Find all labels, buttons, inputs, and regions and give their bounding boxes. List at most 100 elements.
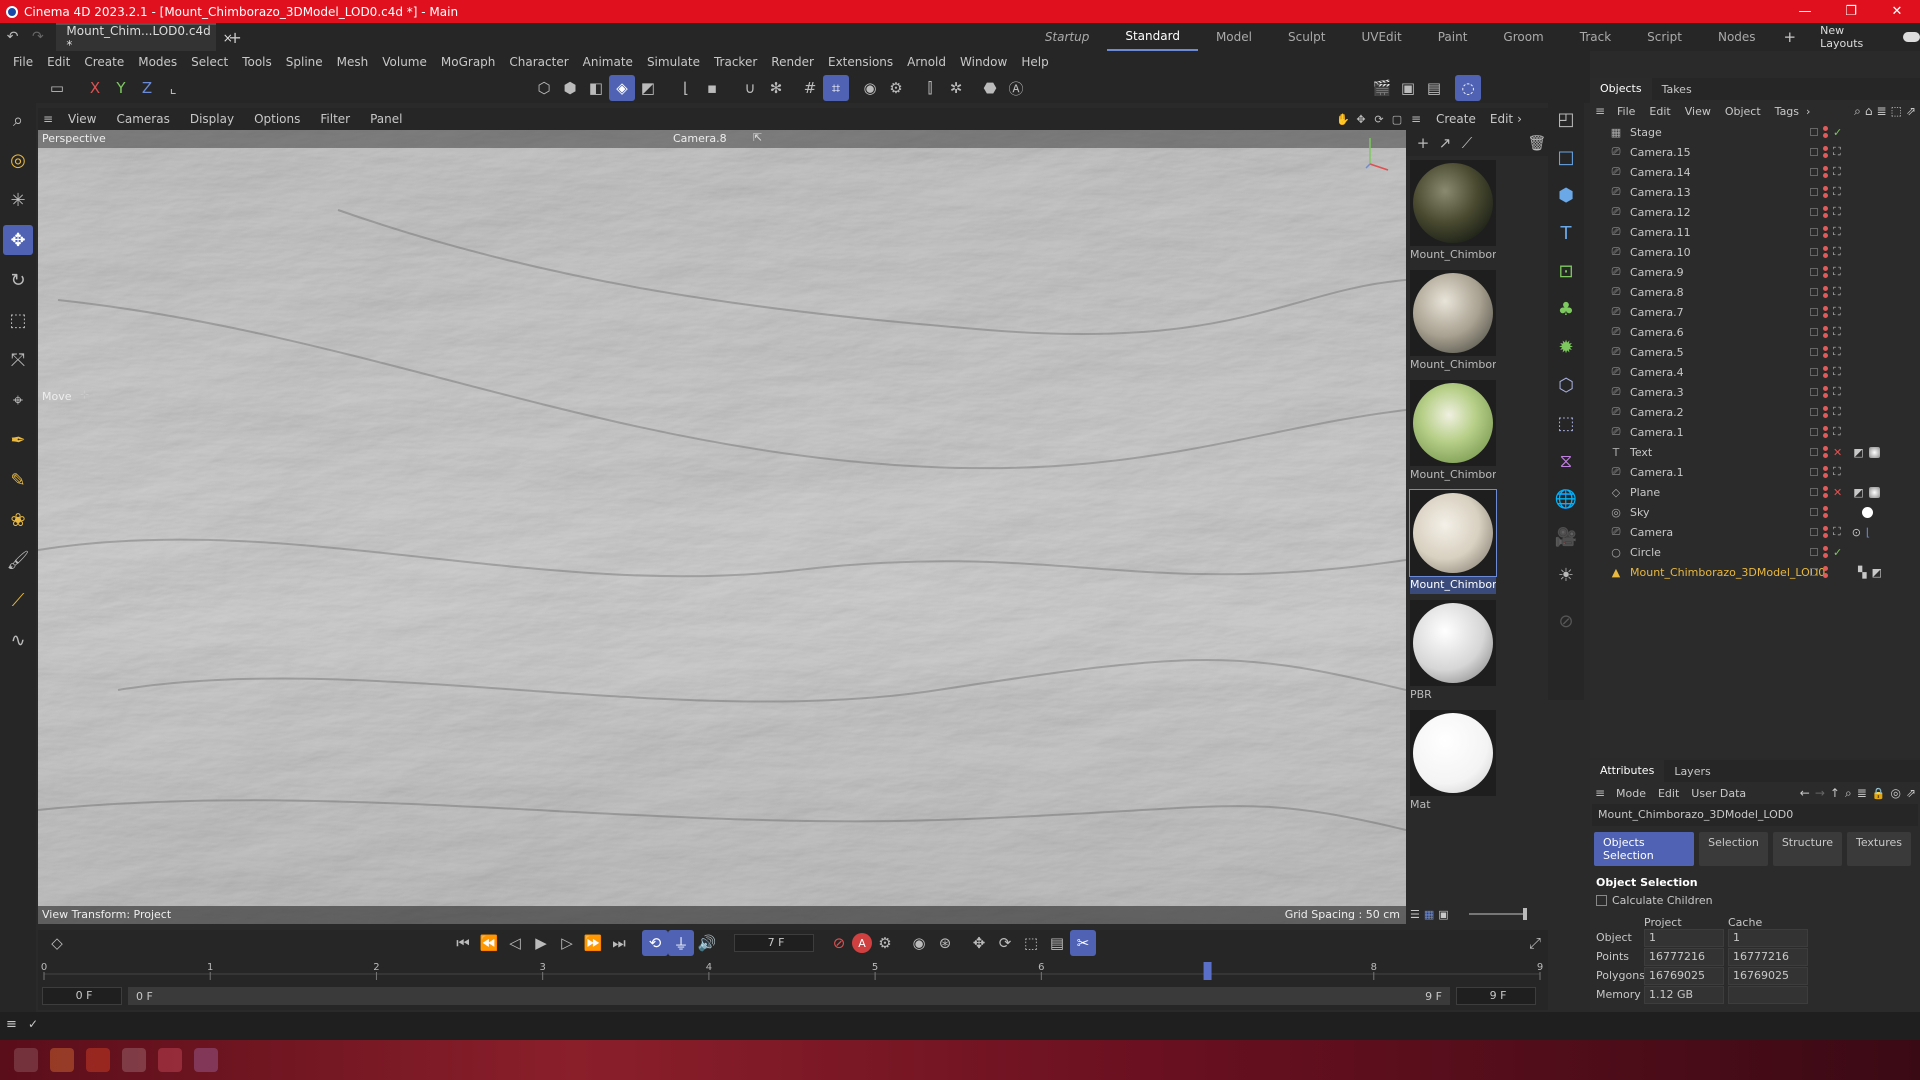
material-menu-create[interactable]: Create [1426,112,1486,126]
start-frame-field[interactable]: 0 F [42,987,122,1005]
axis-mode-icon[interactable]: ⌊ [673,75,699,101]
rotate-tool-icon[interactable]: ↻ [3,265,33,295]
delete-material-icon[interactable]: 🗑 [1526,130,1548,156]
layout-tab-standard[interactable]: Standard [1107,23,1198,51]
editor-visibility-dot[interactable] [1823,246,1828,251]
edit-render-settings-icon[interactable]: ▤ [1421,75,1447,101]
attribute-filter-icon[interactable]: ≣ [1857,786,1867,800]
layout-tab-startup[interactable]: Startup [1027,23,1108,51]
go-to-start-icon[interactable]: ⏮ [450,930,476,956]
editor-visibility-dot[interactable] [1823,326,1828,331]
object-menu-object[interactable]: Object [1718,105,1768,118]
auto-keying-icon[interactable]: Ⓐ [1003,75,1029,101]
menu-animate[interactable]: Animate [576,55,640,69]
render-visibility-dot[interactable] [1823,373,1828,378]
visibility-dots[interactable] [1823,326,1828,338]
layer-icon[interactable] [1810,568,1818,576]
taskbar-app-icon[interactable] [50,1048,74,1072]
render-visibility-dot[interactable] [1823,473,1828,478]
editor-visibility-dot[interactable] [1823,206,1828,211]
select-icon[interactable]: ◎ [3,145,33,175]
object-row[interactable]: ⎚ Camera.1 ⛶ [1590,422,1920,442]
editor-visibility-dot[interactable] [1823,446,1828,451]
render-visibility-dot[interactable] [1823,153,1828,158]
menu-tracker[interactable]: Tracker [707,55,764,69]
list-view-icon[interactable]: ☰ [1410,908,1420,921]
visibility-dots[interactable] [1823,446,1828,458]
object-row[interactable]: ⎚ Camera.2 ⛶ [1590,402,1920,422]
undo-icon[interactable]: ↶ [0,24,25,50]
visibility-dots[interactable] [1823,406,1828,418]
tab-layers[interactable]: Layers [1664,765,1720,778]
polygons-mode-icon[interactable]: ◧ [583,75,609,101]
camera-target-icon[interactable]: ⛶ [1833,405,1841,419]
menu-character[interactable]: Character [502,55,575,69]
object-row[interactable]: ⎚ Camera.3 ⛶ [1590,382,1920,402]
editor-visibility-dot[interactable] [1823,486,1828,491]
object-row[interactable]: ⎚ Camera.9 ⛶ [1590,262,1920,282]
material-slot[interactable]: Mount_Chimbora: [1410,270,1496,374]
attr-subtab-structure[interactable]: Structure [1772,832,1842,866]
previous-frame-icon[interactable]: ◁ [502,930,528,956]
object-row[interactable]: ⎚ Camera.1 ⛶ [1590,462,1920,482]
editor-visibility-dot[interactable] [1823,286,1828,291]
object-menu-view[interactable]: View [1678,105,1718,118]
viewport-3d[interactable]: Perspective Camera.8 ⇱ Move ⊹ View Trans… [38,130,1406,924]
visibility-dots[interactable] [1823,166,1828,178]
camera-target-icon[interactable]: ⛶ [1833,165,1841,179]
editor-visibility-dot[interactable] [1823,546,1828,551]
layout-tab-model[interactable]: Model [1198,23,1270,51]
visibility-dots[interactable] [1823,346,1828,358]
new-layouts-label[interactable]: New Layouts [1820,24,1888,50]
render-visibility-dot[interactable] [1823,353,1828,358]
object-row[interactable]: ⎚ Camera.8 ⛶ [1590,282,1920,302]
layer-icon[interactable] [1810,448,1818,456]
playback-rate-icon[interactable]: ⏚ [668,930,694,956]
render-visibility-dot[interactable] [1823,213,1828,218]
object-row[interactable]: ⎚ Camera ⛶ ⊙ ⌊ [1590,522,1920,542]
spline-icon[interactable]: ⧖ [1551,446,1581,476]
position-key-icon[interactable]: ✥ [966,930,992,956]
layer-icon[interactable] [1810,288,1818,296]
add-material-icon[interactable]: + [1412,130,1434,156]
object-row[interactable]: T Text ✕ ◩ [1590,442,1920,462]
menu-file[interactable]: File [6,55,40,69]
home-icon[interactable]: ⌂ [1865,104,1873,118]
camera-target-icon[interactable]: ⛶ [1833,185,1841,199]
object-menu-icon[interactable]: ≡ [1590,101,1610,121]
record-icon[interactable]: ⊘ [826,930,852,956]
object-menu-more[interactable]: › [1806,105,1810,118]
knife-icon[interactable]: ⟋ [3,585,33,615]
camera-target-icon[interactable]: ⛶ [1833,225,1841,239]
editor-visibility-dot[interactable] [1823,186,1828,191]
apply-material-icon[interactable]: ↗ [1434,130,1456,156]
snap-settings-icon[interactable]: ✻ [763,75,789,101]
camera-target-icon[interactable]: ⛶ [1833,325,1841,339]
field-icon[interactable]: ⬡ [1551,370,1581,400]
next-frame-icon[interactable]: ▷ [554,930,580,956]
menu-mograph[interactable]: MoGraph [434,55,503,69]
layer-icon[interactable] [1810,128,1818,136]
visibility-dots[interactable] [1823,366,1828,378]
end-frame-field[interactable]: 9 F [1456,987,1536,1005]
layout-tab-nodes[interactable]: Nodes [1700,23,1774,51]
object-row[interactable]: ▲ Mount_Chimborazo_3DModel_LOD0 ▚ ◩ [1590,562,1920,582]
menu-select[interactable]: Select [184,55,235,69]
render-visibility-dot[interactable] [1823,273,1828,278]
frame-ruler[interactable]: 0123456789 [38,960,1548,982]
camera-target-icon[interactable]: ⛶ [1833,305,1841,319]
layer-icon[interactable] [1810,328,1818,336]
render-visibility-dot[interactable] [1823,573,1828,578]
layer-icon[interactable] [1810,188,1818,196]
editor-visibility-dot[interactable] [1823,426,1828,431]
editor-visibility-dot[interactable] [1823,146,1828,151]
visibility-dots[interactable] [1823,246,1828,258]
material-slot[interactable]: Mount_Chimbora: [1410,380,1496,484]
render-visibility-dot[interactable] [1823,393,1828,398]
cube-outline-icon[interactable]: □ [1551,142,1581,172]
deformer-icon[interactable]: ✹ [1551,332,1581,362]
layout-toggle[interactable] [1902,32,1920,42]
cube-icon[interactable]: ⬢ [1551,180,1581,210]
render-visibility-dot[interactable] [1823,413,1828,418]
layer-icon[interactable] [1810,468,1818,476]
